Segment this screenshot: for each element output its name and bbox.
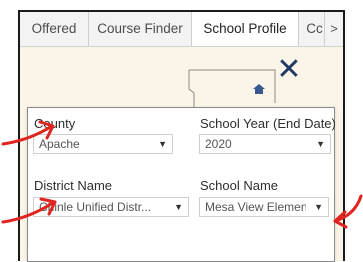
district-name-label: District Name xyxy=(34,178,113,193)
tab-course-finder[interactable]: Course Finder xyxy=(89,12,192,46)
chevron-down-icon: ▼ xyxy=(158,139,167,149)
school-year-value: 2020 xyxy=(205,137,232,151)
school-name-label: School Name xyxy=(200,178,279,193)
close-icon[interactable]: ✕ xyxy=(276,55,302,85)
tab-school-profile[interactable]: School Profile xyxy=(192,12,299,46)
chevron-down-icon: ▼ xyxy=(316,139,325,149)
annotation-arrow-county xyxy=(1,120,55,146)
school-name-value: Mesa View Element... xyxy=(205,200,306,214)
school-name-dropdown[interactable]: Mesa View Element... ▼ xyxy=(199,197,329,217)
tab-offered[interactable]: Offered xyxy=(20,12,89,46)
chevron-down-icon: ▼ xyxy=(314,202,323,212)
annotation-arrow-district xyxy=(1,197,57,224)
school-location-icon xyxy=(252,82,266,94)
tab-bar: Offered Course Finder School Profile Cc … xyxy=(20,12,343,47)
school-year-dropdown[interactable]: 2020 ▼ xyxy=(199,134,331,154)
school-year-label: School Year (End Date) xyxy=(200,116,336,131)
filter-panel: County Apache ▼ School Year (End Date) 2… xyxy=(27,107,336,262)
annotation-arrow-school xyxy=(333,194,363,229)
chevron-down-icon: ▼ xyxy=(174,202,183,212)
tab-scroll-right-icon[interactable]: > xyxy=(324,12,343,46)
